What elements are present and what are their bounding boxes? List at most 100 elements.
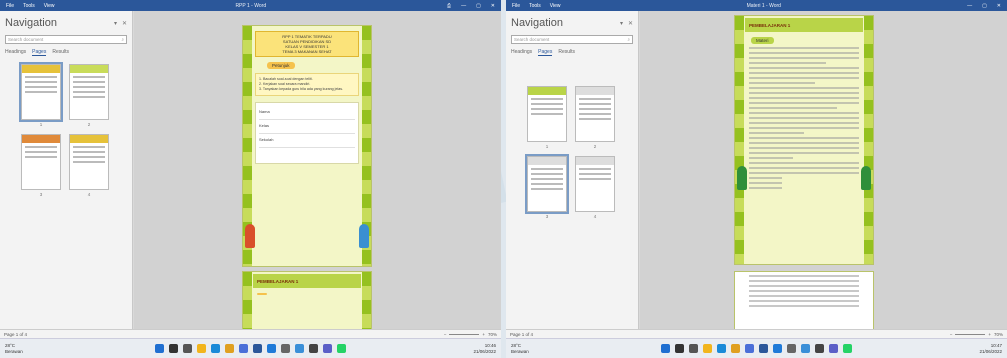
whatsapp-icon[interactable] bbox=[843, 344, 852, 353]
zoom-in-icon[interactable]: + bbox=[482, 332, 485, 337]
title-bar: File Tools View Materi 1 - Word — ▢ ✕ bbox=[506, 0, 1007, 11]
page-thumbnail[interactable]: 4 bbox=[69, 134, 109, 197]
task-view-icon[interactable] bbox=[183, 344, 192, 353]
system-tray[interactable]: 10:46 21/06/2022 bbox=[436, 343, 496, 355]
document-area[interactable]: PEMBELAJARAN 1 Materi bbox=[640, 11, 1007, 331]
menu-tools[interactable]: Tools bbox=[529, 3, 541, 9]
left-screenshot: File Tools View RPP 1 - Word ⎙ — ▢ ✕ Nav… bbox=[0, 0, 501, 358]
print-layout-icon[interactable]: ⎙ bbox=[447, 3, 451, 9]
camera-icon[interactable] bbox=[309, 344, 318, 353]
search-input[interactable]: Search document ⌕ bbox=[5, 35, 127, 44]
minimize-button[interactable]: — bbox=[461, 3, 466, 9]
edge-icon[interactable] bbox=[211, 344, 220, 353]
store-icon[interactable] bbox=[239, 344, 248, 353]
instructions-label: Petunjuk bbox=[267, 62, 295, 69]
document-title: RPP 1 - Word bbox=[235, 2, 267, 9]
weather-desc: Berawan bbox=[511, 348, 529, 354]
search-icon[interactable]: ⌕ bbox=[627, 37, 630, 42]
page-border bbox=[864, 16, 873, 264]
search-placeholder: Search document bbox=[8, 37, 44, 42]
taskbar-apps bbox=[65, 344, 436, 353]
character-illustration bbox=[359, 224, 369, 248]
store-icon[interactable] bbox=[745, 344, 754, 353]
minimize-button[interactable]: — bbox=[967, 3, 972, 9]
zoom-in-icon[interactable]: + bbox=[988, 332, 991, 337]
navigation-title: Navigation bbox=[5, 17, 57, 29]
chrome-icon[interactable] bbox=[731, 344, 740, 353]
page-thumbnail[interactable]: 4 bbox=[575, 156, 615, 219]
zoom-slider[interactable] bbox=[955, 333, 986, 335]
character-illustration bbox=[737, 166, 747, 190]
menu-view[interactable]: View bbox=[550, 3, 561, 9]
menu-file[interactable]: File bbox=[512, 3, 520, 9]
folder-icon[interactable] bbox=[197, 344, 206, 353]
word-icon[interactable] bbox=[253, 344, 262, 353]
chevron-down-icon[interactable]: ▾ bbox=[620, 20, 623, 27]
zoom-out-icon[interactable]: − bbox=[950, 332, 953, 337]
tab-headings[interactable]: Headings bbox=[511, 49, 532, 56]
whatsapp-icon[interactable] bbox=[337, 344, 346, 353]
windows-icon[interactable] bbox=[661, 344, 670, 353]
document-page: PEMBELAJARAN 1 Materi bbox=[734, 15, 874, 265]
settings-icon[interactable] bbox=[787, 344, 796, 353]
folder-icon[interactable] bbox=[703, 344, 712, 353]
tab-pages[interactable]: Pages bbox=[538, 49, 553, 56]
weather-widget[interactable]: 28°C Berawan bbox=[511, 343, 571, 355]
status-bar: Page 1 of 4 − +70% bbox=[506, 329, 1007, 338]
thumbnail-number: 4 bbox=[593, 214, 597, 219]
thumbnail-number: 4 bbox=[87, 192, 91, 197]
teams-icon[interactable] bbox=[323, 344, 332, 353]
search-icon[interactable] bbox=[675, 344, 684, 353]
close-icon[interactable]: ✕ bbox=[122, 20, 127, 27]
page-thumbnail[interactable]: 2 bbox=[69, 64, 109, 127]
field-school: Sekolah bbox=[259, 134, 355, 148]
close-button[interactable]: ✕ bbox=[491, 3, 495, 9]
photos-icon[interactable] bbox=[801, 344, 810, 353]
menu-file[interactable]: File bbox=[6, 3, 14, 9]
system-tray[interactable]: 10:47 21/06/2022 bbox=[942, 343, 1002, 355]
field-name: Nama bbox=[259, 106, 355, 120]
page-thumbnail[interactable]: 2 bbox=[575, 86, 615, 149]
title-bar: File Tools View RPP 1 - Word ⎙ — ▢ ✕ bbox=[0, 0, 501, 11]
weather-desc: Berawan bbox=[5, 348, 23, 354]
page-thumbnail[interactable]: 1 bbox=[19, 62, 63, 127]
zoom-slider[interactable] bbox=[449, 333, 480, 335]
page-thumbnail[interactable]: 3 bbox=[21, 134, 61, 197]
chrome-icon[interactable] bbox=[225, 344, 234, 353]
tab-results[interactable]: Results bbox=[558, 49, 575, 56]
close-icon[interactable]: ✕ bbox=[628, 20, 633, 27]
teams-icon[interactable] bbox=[829, 344, 838, 353]
maximize-button[interactable]: ▢ bbox=[982, 3, 987, 9]
zoom-level: 70% bbox=[487, 331, 497, 337]
zoom-level: 70% bbox=[993, 331, 1003, 337]
settings-icon[interactable] bbox=[281, 344, 290, 353]
search-icon[interactable]: ⌕ bbox=[121, 37, 124, 42]
weather-widget[interactable]: 28°C Berawan bbox=[5, 343, 65, 355]
document-area[interactable]: RPP 1 TEMATIK TERPADU SATUAN PENDIDIKAN … bbox=[134, 11, 501, 331]
tab-headings[interactable]: Headings bbox=[5, 49, 26, 56]
page-thumbnail[interactable]: 1 bbox=[527, 86, 567, 149]
menu-tools[interactable]: Tools bbox=[23, 3, 35, 9]
page-banner: RPP 1 TEMATIK TERPADU SATUAN PENDIDIKAN … bbox=[255, 31, 359, 57]
search-input[interactable]: Search document ⌕ bbox=[511, 35, 633, 44]
thumbnail-number: 3 bbox=[545, 214, 549, 219]
close-button[interactable]: ✕ bbox=[997, 3, 1001, 9]
navigation-pane: Navigation ▾ ✕ Search document ⌕ Headings… bbox=[506, 11, 639, 329]
tab-results[interactable]: Results bbox=[52, 49, 69, 56]
maximize-button[interactable]: ▢ bbox=[476, 3, 481, 9]
camera-icon[interactable] bbox=[815, 344, 824, 353]
mail-icon[interactable] bbox=[773, 344, 782, 353]
tab-pages[interactable]: Pages bbox=[32, 49, 47, 56]
windows-icon[interactable] bbox=[155, 344, 164, 353]
student-info-box: Nama Kelas Sekolah bbox=[255, 102, 359, 164]
menu-view[interactable]: View bbox=[44, 3, 55, 9]
mail-icon[interactable] bbox=[267, 344, 276, 353]
edge-icon[interactable] bbox=[717, 344, 726, 353]
photos-icon[interactable] bbox=[295, 344, 304, 353]
task-view-icon[interactable] bbox=[689, 344, 698, 353]
word-icon[interactable] bbox=[759, 344, 768, 353]
zoom-out-icon[interactable]: − bbox=[444, 332, 447, 337]
chevron-down-icon[interactable]: ▾ bbox=[114, 20, 117, 27]
search-icon[interactable] bbox=[169, 344, 178, 353]
page-thumbnail[interactable]: 3 bbox=[525, 154, 569, 219]
